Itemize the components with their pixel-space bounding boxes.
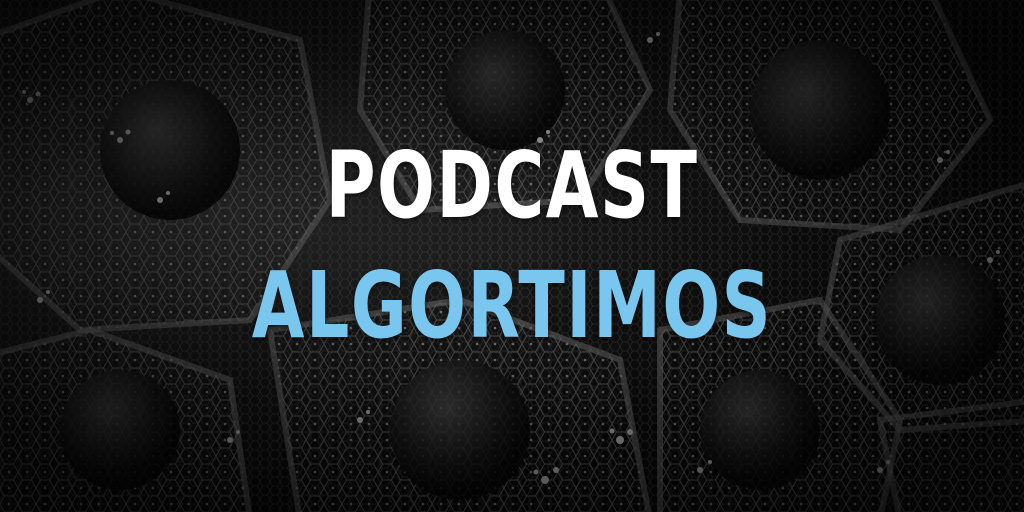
- podcast-banner: PODCAST ALGORTIMOS: [0, 0, 1024, 512]
- title-line-podcast: PODCAST: [325, 132, 699, 239]
- title-line-algortimos: ALGORTIMOS: [251, 252, 773, 359]
- title-block: PODCAST ALGORTIMOS: [0, 140, 1024, 352]
